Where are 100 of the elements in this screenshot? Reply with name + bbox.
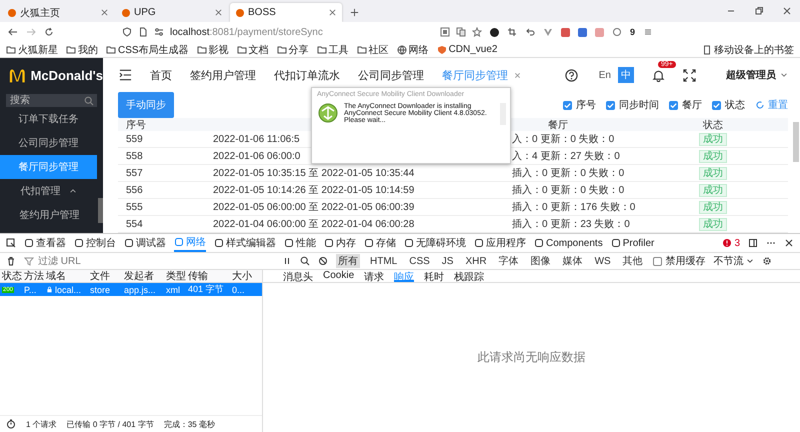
type-filter[interactable]: CSS [407, 256, 432, 266]
devtools-tab[interactable]: 内存 [324, 234, 356, 252]
undo-icon[interactable] [525, 27, 535, 37]
mobile-bookmarks[interactable]: 移动设备上的书签 [702, 42, 794, 56]
qr-code-icon[interactable] [440, 27, 450, 37]
type-filter[interactable]: 图像 [528, 254, 553, 268]
checkbox[interactable] [652, 256, 662, 266]
column-header[interactable]: 方法 [24, 269, 46, 283]
bell-icon[interactable] [652, 68, 665, 82]
element-picker-icon[interactable] [6, 238, 16, 248]
close-icon[interactable] [782, 6, 792, 16]
block-icon[interactable] [318, 256, 328, 266]
extension-badge[interactable]: 9 [630, 27, 636, 37]
close-icon[interactable] [784, 238, 794, 248]
new-tab-icon[interactable] [350, 8, 359, 17]
throttle-dropdown[interactable]: 不节流 [714, 254, 754, 268]
crop-icon[interactable] [507, 27, 517, 37]
dock-icon[interactable] [748, 238, 758, 248]
settings-icon[interactable] [762, 256, 772, 266]
detail-tab[interactable]: 请求 [364, 270, 384, 282]
column-header[interactable]: 状态 [0, 269, 24, 283]
nav-tab[interactable]: 首页 [150, 68, 172, 82]
column-header[interactable]: 传输 [188, 269, 232, 283]
bookmark[interactable]: 影视 [196, 42, 229, 56]
checkbox[interactable] [606, 100, 615, 110]
browser-tab[interactable]: 火狐主页 [2, 3, 114, 22]
close-icon[interactable] [329, 9, 336, 16]
user-menu[interactable]: 超级管理员 [726, 68, 788, 82]
scrollbar[interactable] [793, 122, 799, 162]
type-filter[interactable]: JS [440, 256, 456, 266]
sidebar-item[interactable]: 公司同步管理 [0, 131, 97, 155]
help-icon[interactable] [564, 68, 578, 82]
column-checkbox[interactable]: 状态 [712, 98, 745, 112]
sidebar-item[interactable]: 代扣管理 [0, 179, 97, 203]
bookmark[interactable]: 火狐新星 [6, 42, 58, 56]
bookmark[interactable]: 工具 [316, 42, 349, 56]
checkbox[interactable] [712, 100, 721, 110]
checkbox[interactable] [669, 100, 678, 110]
type-filter[interactable]: 字体 [496, 254, 521, 268]
type-filter[interactable]: 所有 [336, 254, 360, 268]
column-header[interactable]: 域名 [46, 269, 90, 283]
restore-icon[interactable] [754, 6, 764, 16]
disable-cache-checkbox[interactable]: 禁用缓存 [652, 254, 706, 268]
devtools-tab[interactable]: 网络 [174, 234, 206, 252]
detail-tab[interactable]: 消息头 [283, 270, 313, 282]
bookmark[interactable]: CSS布局生成器 [106, 42, 189, 56]
devtools-tab[interactable]: 控制台 [74, 234, 116, 252]
type-filter[interactable]: 媒体 [560, 254, 585, 268]
detail-tab[interactable]: Cookie [323, 270, 354, 282]
bookmark[interactable]: 文档 [236, 42, 269, 56]
search-icon[interactable] [300, 256, 310, 266]
sidebar-item[interactable]: 签约用户管理 [0, 203, 97, 227]
timer-icon[interactable] [6, 419, 16, 429]
column-header[interactable]: 文件 [90, 269, 124, 283]
type-filter[interactable]: WS [592, 256, 613, 266]
checkbox[interactable] [563, 100, 572, 110]
detail-tab[interactable]: 栈跟踪 [454, 270, 484, 282]
type-filter[interactable]: HTML [368, 256, 400, 266]
detail-tab[interactable]: 耗时 [424, 270, 444, 282]
devtools-tab[interactable]: 无障碍环境 [404, 234, 466, 252]
nav-tab[interactable]: 代扣订单流水 [274, 68, 340, 82]
scrollbar[interactable] [98, 198, 103, 223]
vue-icon[interactable] [543, 27, 553, 37]
nav-tab[interactable]: 公司同步管理 [358, 68, 424, 82]
devtools-tab[interactable]: 存储 [364, 234, 396, 252]
column-header[interactable]: 类型 [166, 269, 188, 283]
column-checkbox[interactable]: 餐厅 [669, 98, 702, 112]
bookmark[interactable]: 分享 [276, 42, 309, 56]
trash-icon[interactable] [6, 256, 16, 266]
language-option[interactable]: En [596, 68, 614, 82]
bookmark[interactable]: 我的 [66, 42, 98, 56]
search-field[interactable]: 搜索 [6, 94, 97, 107]
reload-icon[interactable] [44, 27, 54, 37]
column-checkbox[interactable]: 同步时间 [606, 98, 659, 112]
browser-tab[interactable]: UPG [116, 3, 228, 22]
translate-icon[interactable] [456, 27, 466, 37]
devtools-tab[interactable]: 性能 [284, 234, 316, 252]
type-filter[interactable]: 其他 [620, 254, 645, 268]
nav-tab[interactable]: 签约用户管理 [190, 68, 256, 82]
devtools-tab[interactable]: Profiler [610, 234, 654, 252]
bookmark[interactable]: 网络 [396, 42, 429, 56]
star-icon[interactable] [472, 27, 482, 37]
address-bar[interactable]: localhost:8081/payment/storeSync [122, 24, 482, 40]
error-count[interactable]: 3 [722, 238, 740, 248]
devtools-tab[interactable]: 应用程序 [474, 234, 526, 252]
column-header[interactable]: 发起者 [124, 269, 166, 283]
devtools-tab[interactable]: 查看器 [24, 234, 66, 252]
type-filter[interactable]: XHR [463, 256, 489, 266]
devtools-tab[interactable]: 调试器 [124, 234, 166, 252]
avatar-icon[interactable] [490, 28, 499, 36]
back-icon[interactable] [8, 27, 18, 37]
menu-icon[interactable] [119, 69, 132, 81]
browser-tab[interactable]: BOSS [230, 3, 342, 22]
fullscreen-icon[interactable] [683, 68, 696, 82]
bookmark[interactable]: CDN_vue2 [436, 44, 498, 55]
column-checkbox[interactable]: 序号 [563, 98, 596, 112]
pause-icon[interactable] [282, 256, 292, 266]
bookmark[interactable]: 社区 [356, 42, 389, 56]
sidebar-item[interactable]: 订单下载任务 [0, 107, 97, 131]
devtools-tab[interactable]: Components [534, 234, 603, 252]
